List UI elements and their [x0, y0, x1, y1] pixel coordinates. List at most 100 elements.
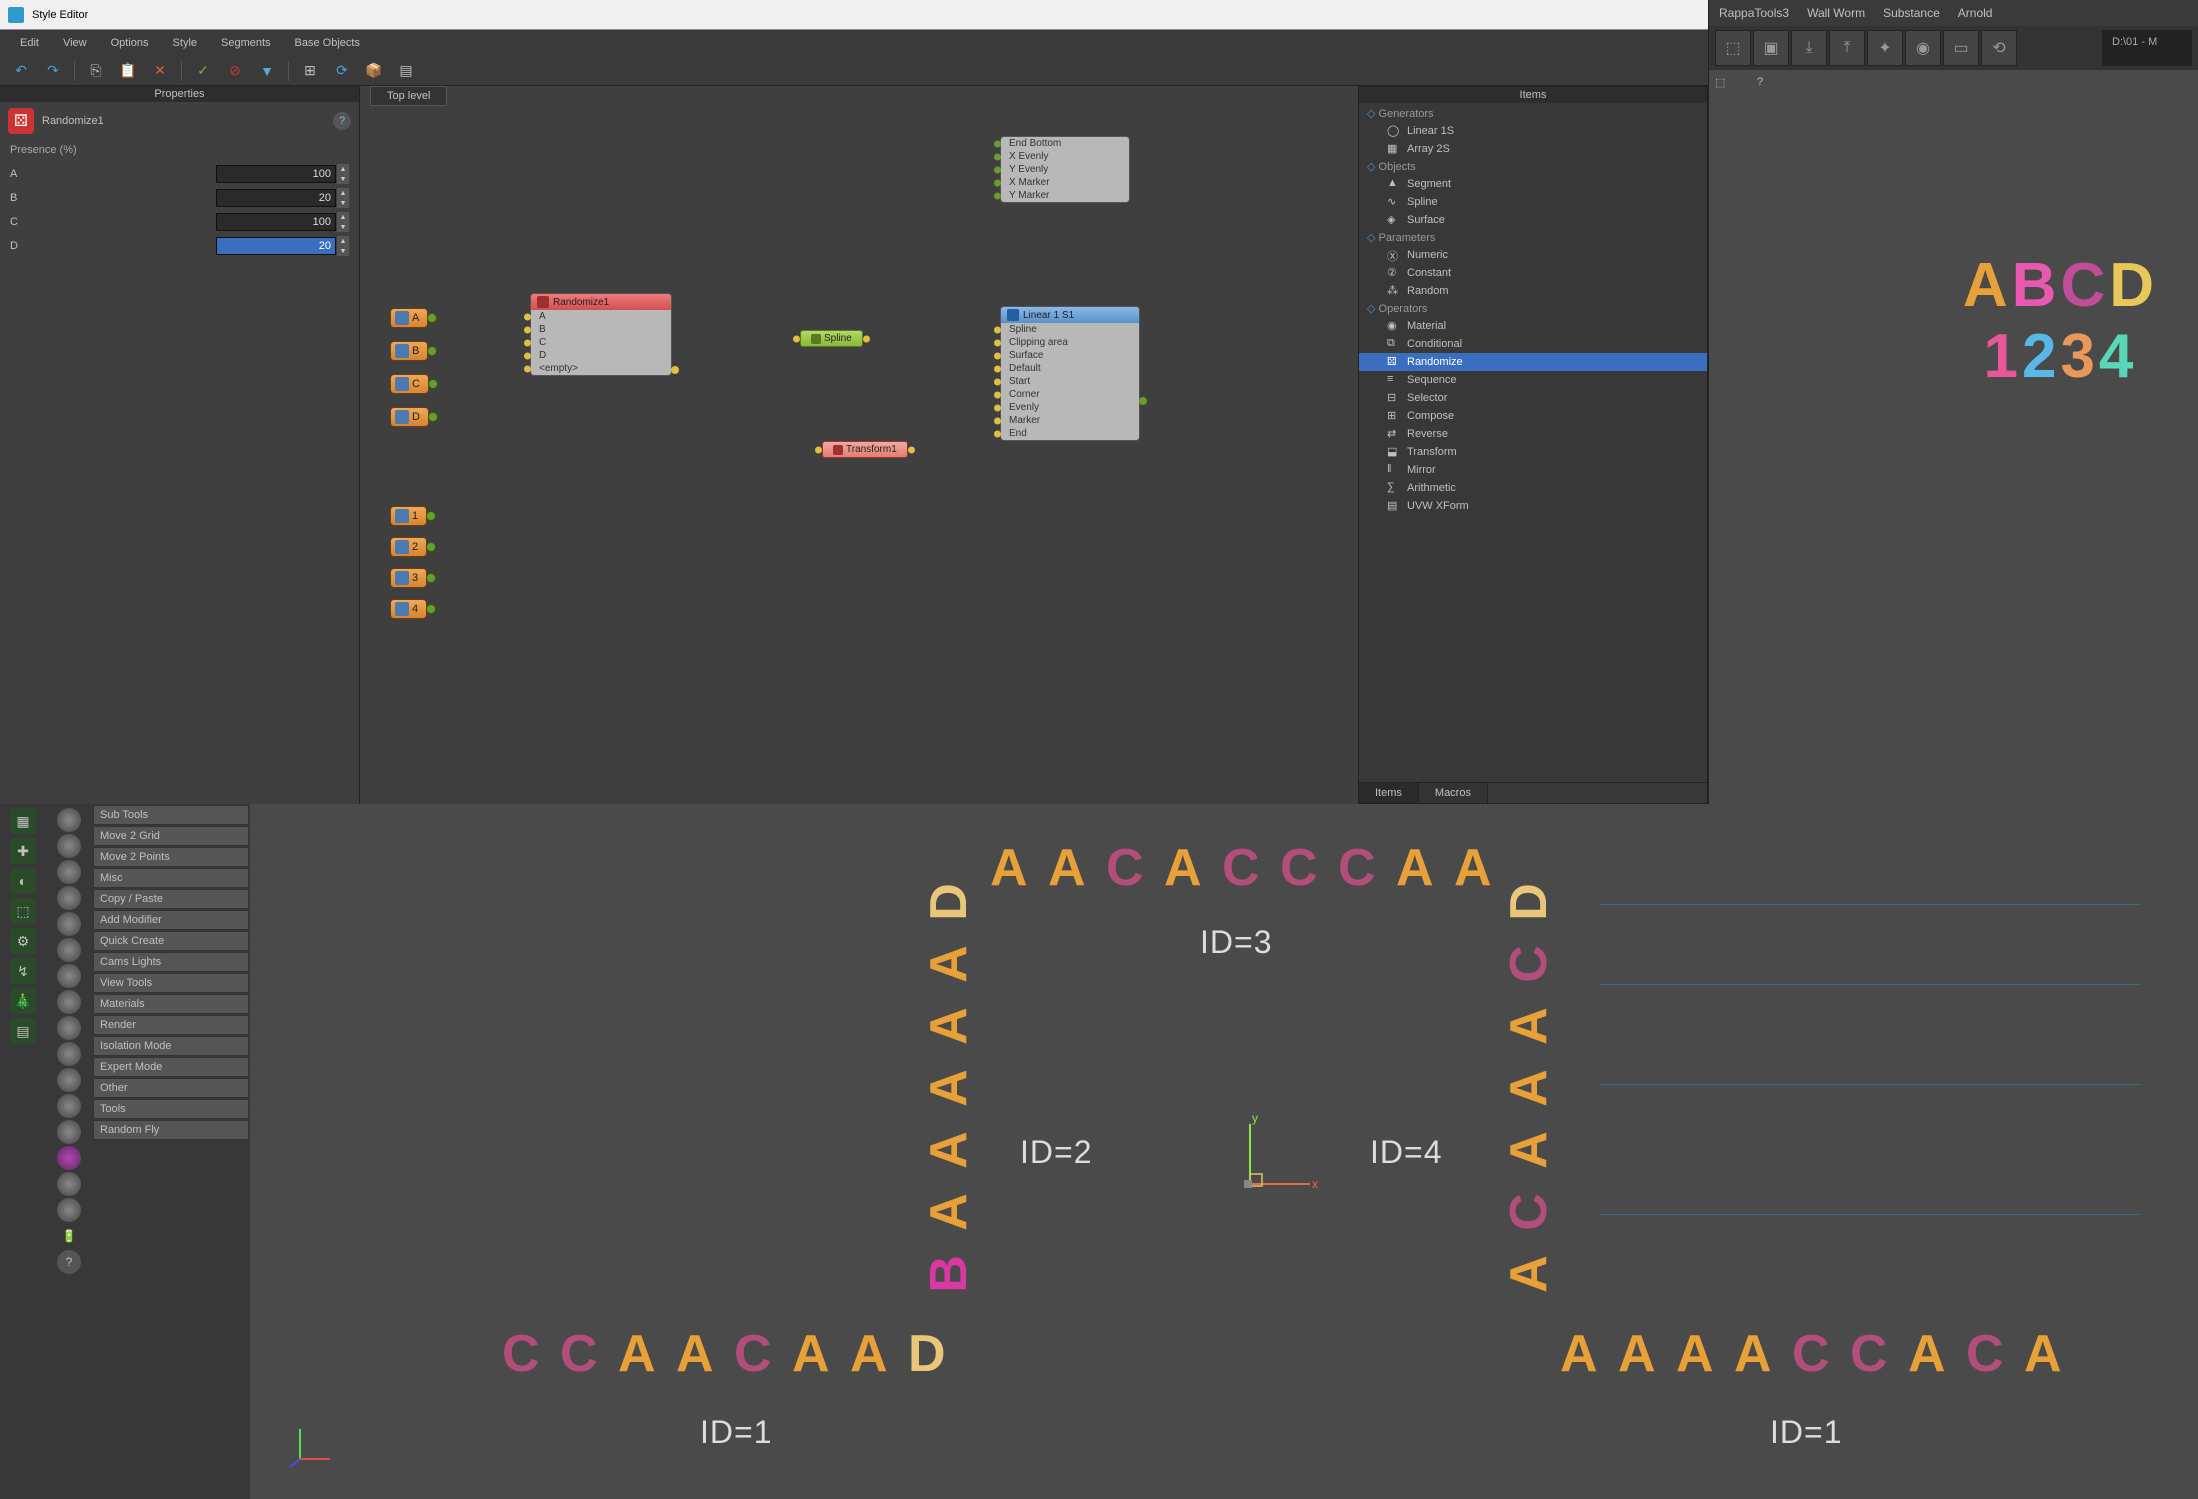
toolbox-button[interactable]: Quick Create [93, 931, 249, 951]
toolbox-button[interactable]: Add Modifier [93, 910, 249, 930]
tree-category[interactable]: Objects [1359, 158, 1707, 175]
tool-icon[interactable] [57, 1198, 81, 1222]
input-slot[interactable]: Corner [1001, 388, 1139, 401]
spinner-down-icon[interactable]: ▼ [337, 198, 349, 208]
tree-item-randomize[interactable]: ⚄Randomize [1359, 353, 1707, 371]
tree-item-segment[interactable]: ▲Segment [1359, 175, 1707, 193]
host-tool-icon[interactable]: ⬚ [1715, 30, 1751, 66]
segment-input-a[interactable]: A [390, 308, 428, 328]
tree-item-selector[interactable]: ⊟Selector [1359, 389, 1707, 407]
package-button[interactable]: 📦 [363, 60, 385, 82]
presence-input[interactable]: 20 [216, 189, 336, 207]
accept-button[interactable]: ✓ [192, 60, 214, 82]
tree-item-arithmetic[interactable]: ∑Arithmetic [1359, 479, 1707, 497]
toolbox-button[interactable]: Expert Mode [93, 1057, 249, 1077]
input-slot[interactable]: C [531, 336, 671, 349]
spinner-up-icon[interactable]: ▲ [337, 236, 349, 246]
toolbox-button[interactable]: Other [93, 1078, 249, 1098]
delete-button[interactable]: ✕ [149, 60, 171, 82]
host-menu-item[interactable]: Wall Worm [1807, 6, 1865, 20]
filter-button[interactable]: ▼ [256, 60, 278, 82]
transform-node[interactable]: Transform1 [822, 441, 908, 458]
tab-macros[interactable]: Macros [1419, 783, 1488, 803]
axis-gizmo-main[interactable]: y x [1230, 1104, 1330, 1204]
paste-button[interactable]: 📋 [117, 60, 139, 82]
tool-icon[interactable] [57, 808, 81, 832]
segment-input-2[interactable]: 2 [390, 537, 427, 557]
input-slot[interactable]: Y Evenly [1001, 163, 1129, 176]
help-icon[interactable]: ? [57, 1250, 81, 1274]
input-slot[interactable]: D [531, 349, 671, 362]
segment-input-3[interactable]: 3 [390, 568, 427, 588]
toolbox-button[interactable]: Random Fly [93, 1120, 249, 1140]
output-port[interactable] [1139, 397, 1147, 405]
input-slot[interactable]: A [531, 310, 671, 323]
host-tool-icon[interactable]: ◉ [1905, 30, 1941, 66]
toolbox-button[interactable]: View Tools [93, 973, 249, 993]
spinner-up-icon[interactable]: ▲ [337, 164, 349, 174]
tree-item-reverse[interactable]: ⇄Reverse [1359, 425, 1707, 443]
input-slot[interactable]: Default [1001, 362, 1139, 375]
tool-icon[interactable] [57, 1068, 81, 1092]
tree-item-spline[interactable]: ∿Spline [1359, 193, 1707, 211]
node-name-field[interactable]: Randomize1 [42, 115, 104, 127]
segment-input-c[interactable]: C [390, 374, 429, 394]
path-field[interactable]: D:\01 - M [2102, 30, 2192, 66]
toolbox-button[interactable]: Materials [93, 994, 249, 1014]
tool-icon[interactable] [57, 1016, 81, 1040]
host-menu-item[interactable]: Arnold [1958, 6, 1993, 20]
tool-icon[interactable]: 🎄 [10, 988, 36, 1014]
toolbox-button[interactable]: Move 2 Grid [93, 826, 249, 846]
spinner-up-icon[interactable]: ▲ [337, 188, 349, 198]
spinner-down-icon[interactable]: ▼ [337, 246, 349, 256]
tree-item-transform[interactable]: ⬓Transform [1359, 443, 1707, 461]
tool-icon[interactable] [57, 990, 81, 1014]
host-menu-item[interactable]: Substance [1883, 6, 1940, 20]
spinner-up-icon[interactable]: ▲ [337, 212, 349, 222]
tree-category[interactable]: Operators [1359, 300, 1707, 317]
segment-input-4[interactable]: 4 [390, 599, 427, 619]
tree-item-material[interactable]: ◉Material [1359, 317, 1707, 335]
tool-icon[interactable]: ◐ [10, 868, 36, 894]
tree-item-random[interactable]: ⁂Random [1359, 282, 1707, 300]
input-slot[interactable]: Y Marker [1001, 189, 1129, 202]
list-button[interactable]: ▤ [395, 60, 417, 82]
toolbox-button[interactable]: Move 2 Points [93, 847, 249, 867]
input-slot[interactable]: Surface [1001, 349, 1139, 362]
tree-item-numeric[interactable]: ⓍNumeric [1359, 246, 1707, 264]
spline-node[interactable]: Spline [800, 330, 863, 347]
presence-input[interactable]: 100 [216, 213, 336, 231]
viewport-3d[interactable]: y x AACACCCAADAAAAABDCAAACACCAACAADAAAAC… [250, 804, 2198, 1499]
input-slot[interactable]: Evenly [1001, 401, 1139, 414]
copy-button[interactable]: ⎘ [85, 60, 107, 82]
menu-segments[interactable]: Segments [209, 33, 283, 53]
tool-icon[interactable] [57, 1120, 81, 1144]
presence-input[interactable]: 20 [216, 237, 336, 255]
battery-icon[interactable]: 🔋 [57, 1224, 81, 1248]
generator-node-upper[interactable]: End BottomX EvenlyY EvenlyX MarkerY Mark… [1000, 136, 1130, 203]
segment-input-b[interactable]: B [390, 341, 428, 361]
menu-edit[interactable]: Edit [8, 33, 51, 53]
tree-item-sequence[interactable]: ≡Sequence [1359, 371, 1707, 389]
input-slot[interactable]: Spline [1001, 323, 1139, 336]
help-icon[interactable]: ? [1757, 76, 1763, 112]
toolbox-button[interactable]: Sub Tools [93, 805, 249, 825]
cancel-button[interactable]: ⊘ [224, 60, 246, 82]
presence-input[interactable]: 100 [216, 165, 336, 183]
input-slot[interactable]: B [531, 323, 671, 336]
tool-icon[interactable]: ↯ [10, 958, 36, 984]
undo-button[interactable]: ↶ [10, 60, 32, 82]
output-port[interactable] [671, 366, 679, 374]
toolbox-button[interactable]: Isolation Mode [93, 1036, 249, 1056]
items-tree[interactable]: Generators◯Linear 1S▦Array 2SObjects▲Seg… [1359, 103, 1707, 782]
tool-icon[interactable]: ▤ [10, 1018, 36, 1044]
toolbox-button[interactable]: Tools [93, 1099, 249, 1119]
tree-item-conditional[interactable]: ⧉Conditional [1359, 335, 1707, 353]
host-tool-icon[interactable]: ⟲ [1981, 30, 2017, 66]
segment-input-d[interactable]: D [390, 407, 429, 427]
tool-icon[interactable] [57, 1172, 81, 1196]
tab-items[interactable]: Items [1359, 783, 1419, 803]
menu-base-objects[interactable]: Base Objects [283, 33, 372, 53]
tree-item-constant[interactable]: ②Constant [1359, 264, 1707, 282]
menu-view[interactable]: View [51, 33, 99, 53]
